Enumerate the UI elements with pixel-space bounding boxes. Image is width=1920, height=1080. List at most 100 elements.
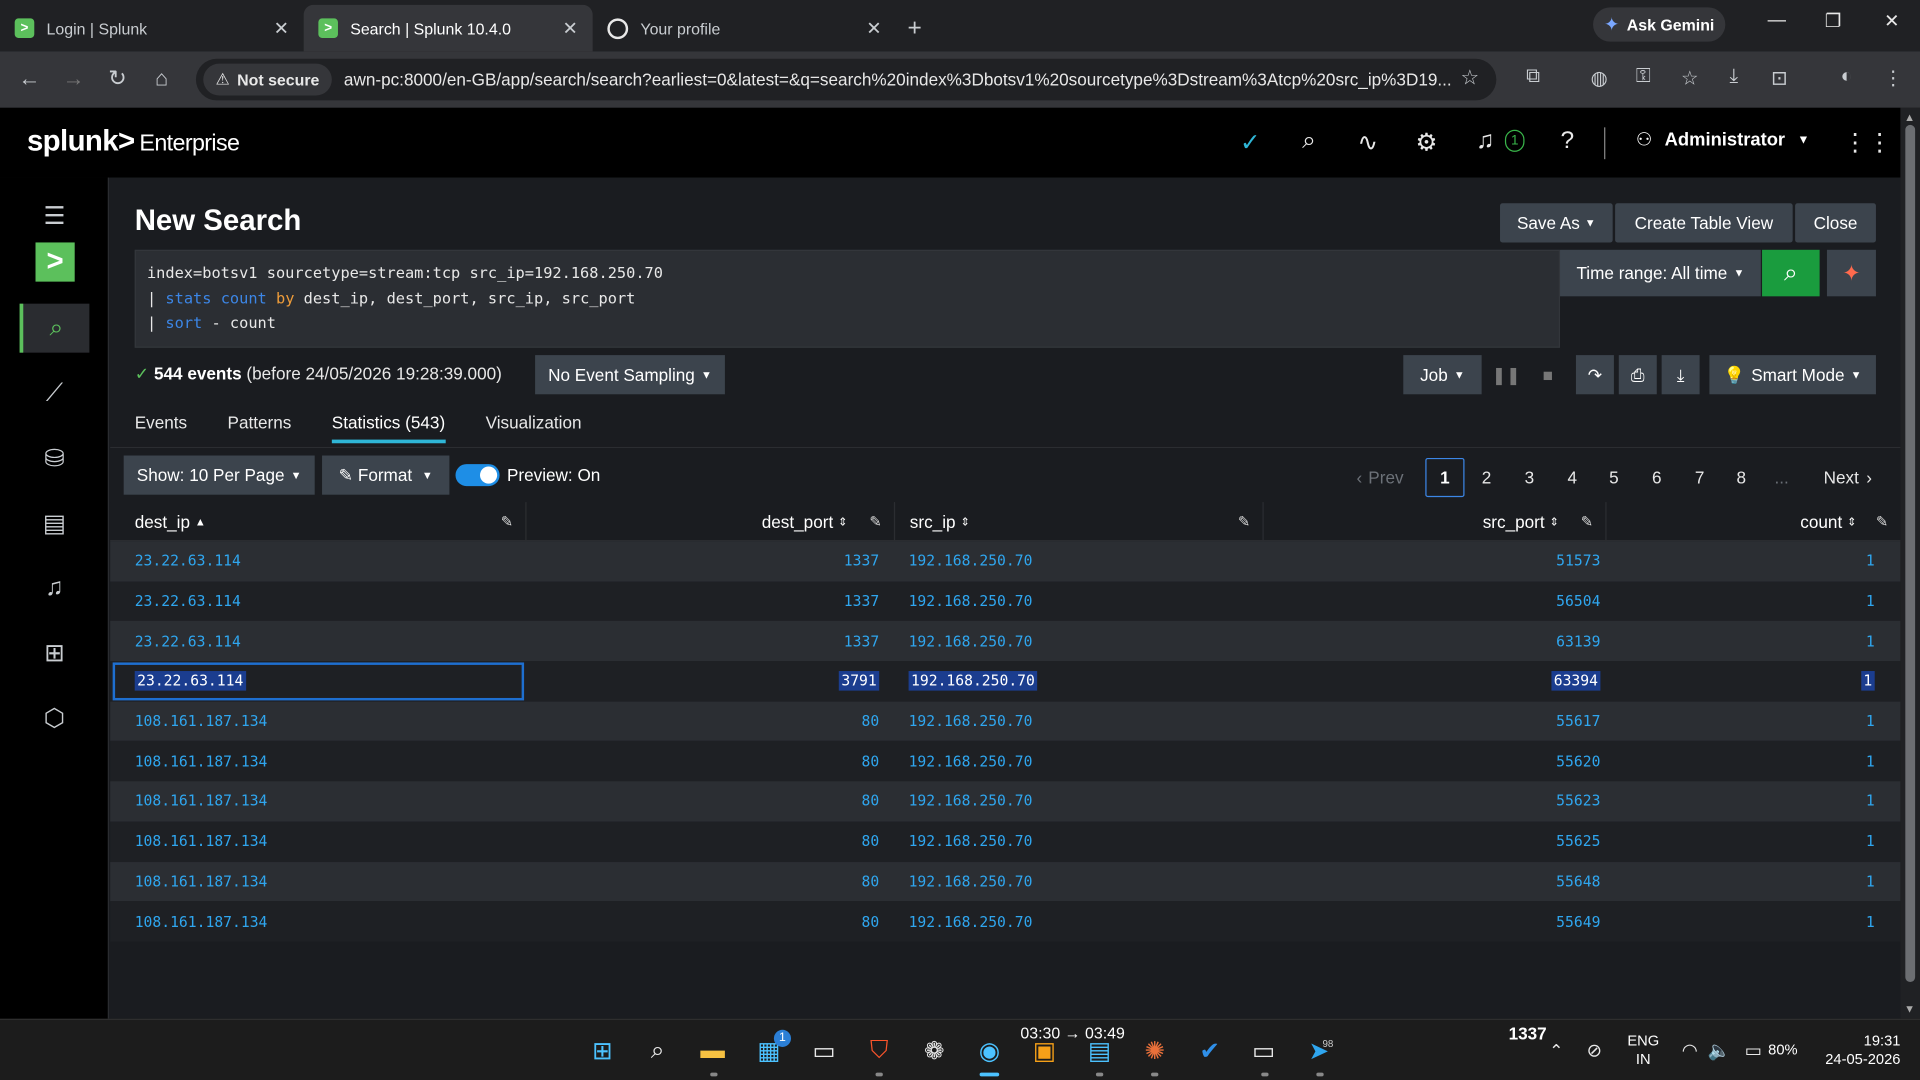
search-icon[interactable]: ⌕: [1293, 127, 1325, 155]
event-sampling-dropdown[interactable]: No Event Sampling ▼: [535, 355, 725, 395]
profile-avatar-icon[interactable]: ◐: [1832, 66, 1861, 88]
sidebar-packages-icon[interactable]: ⬡: [20, 693, 90, 742]
browser-tab-search[interactable]: > Search | Splunk 10.4.0 ✕: [303, 4, 593, 52]
cell-dest-ip[interactable]: 108.161.187.134: [135, 821, 502, 861]
pager-page-8[interactable]: 8: [1724, 458, 1758, 497]
not-secure-badge[interactable]: ⚠ Not secure: [203, 63, 332, 96]
cell-src-ip[interactable]: 192.168.250.70: [909, 581, 1264, 621]
pager-page-4[interactable]: 4: [1555, 458, 1589, 497]
pager-prev[interactable]: ‹ Prev: [1349, 458, 1410, 497]
search-query-editor[interactable]: index=botsv1 sourcetype=stream:tcp src_i…: [134, 249, 1561, 348]
column-header-src-ip[interactable]: src_ip ⇕ ✎: [895, 502, 1264, 542]
file-explorer-icon[interactable]: ▬: [696, 1035, 730, 1067]
cell-dest-ip[interactable]: 23.22.63.114: [135, 581, 502, 621]
url-text[interactable]: awn-pc:8000/en-GB/app/search/search?earl…: [344, 70, 1471, 90]
cell-dest-ip[interactable]: 108.161.187.134: [135, 861, 502, 901]
browser-tab-login[interactable]: > Login | Splunk ✕: [0, 5, 304, 52]
claude-icon[interactable]: ✺: [1138, 1035, 1172, 1067]
search-mode-dropdown[interactable]: 💡 Smart Mode ▼: [1709, 355, 1876, 395]
table-row[interactable]: 23.22.63.114 3791 192.168.250.70 63394 1: [110, 661, 1901, 702]
cell-dest-ip[interactable]: 23.22.63.114: [134, 661, 502, 701]
cell-src-port[interactable]: 55623: [1264, 781, 1600, 821]
activity-icon[interactable]: ∿: [1352, 127, 1384, 158]
cell-src-ip[interactable]: 192.168.250.70: [909, 861, 1264, 901]
cell-dest-ip[interactable]: 23.22.63.114: [135, 621, 502, 661]
screenshot-icon[interactable]: ⊡: [1765, 66, 1794, 90]
edit-column-pencil-icon[interactable]: ✎: [1238, 513, 1250, 530]
per-page-dropdown[interactable]: Show: 10 Per Page ▼: [123, 455, 315, 495]
edit-column-pencil-icon[interactable]: ✎: [501, 513, 513, 530]
pager-page-2[interactable]: 2: [1469, 458, 1503, 497]
volume-icon[interactable]: 🔈: [1702, 1035, 1736, 1067]
create-table-view-button[interactable]: Create Table View: [1615, 203, 1793, 243]
cell-dest-port[interactable]: 80: [527, 821, 879, 861]
restore-window-icon[interactable]: ❐: [1815, 10, 1852, 32]
cell-count[interactable]: 1: [1607, 741, 1875, 781]
edit-column-pencil-icon[interactable]: ✎: [869, 513, 881, 530]
column-header-dest-port[interactable]: dest_port ⇕ ✎: [527, 502, 896, 542]
cell-src-ip[interactable]: 192.168.250.70: [909, 781, 1264, 821]
help-icon[interactable]: ?: [1551, 127, 1583, 155]
pager-page-5[interactable]: 5: [1597, 458, 1631, 497]
cell-src-port[interactable]: 63139: [1264, 621, 1600, 661]
tab-events[interactable]: Events: [135, 413, 187, 444]
export-icon[interactable]: ⤓: [1661, 355, 1700, 395]
cell-dest-port[interactable]: 80: [527, 861, 879, 901]
user-menu[interactable]: ⚇ Administrator ▼: [1636, 129, 1810, 150]
format-dropdown[interactable]: ✎ Format ▼: [322, 455, 450, 495]
table-row[interactable]: 108.161.187.134 80 192.168.250.70 55620 1: [110, 741, 1901, 782]
scrollbar-thumb[interactable]: [1905, 124, 1916, 983]
battery-icon[interactable]: ▭: [1736, 1035, 1770, 1067]
clock[interactable]: 19:31 24-05-2026: [1815, 1032, 1900, 1069]
cell-dest-port[interactable]: 1337: [527, 621, 879, 661]
minimize-window-icon[interactable]: —: [1758, 10, 1795, 31]
pager-page-7[interactable]: 7: [1682, 458, 1716, 497]
cell-count[interactable]: 1: [1607, 901, 1875, 941]
cell-dest-port[interactable]: 80: [527, 901, 879, 941]
tray-chevron-up-icon[interactable]: ⌃: [1539, 1035, 1573, 1067]
column-header-dest-ip[interactable]: dest_ip ▲ ✎: [110, 502, 527, 542]
cell-count[interactable]: 1: [1607, 701, 1875, 741]
taskbar-search-icon[interactable]: ⌕: [640, 1035, 674, 1067]
browser-menu-icon[interactable]: ⋮: [1878, 66, 1907, 90]
cell-src-port[interactable]: 55620: [1264, 741, 1600, 781]
cell-count[interactable]: 1: [1607, 661, 1875, 701]
table-row[interactable]: 108.161.187.134 80 192.168.250.70 55617 1: [110, 701, 1901, 742]
column-header-count[interactable]: count ⇕ ✎: [1607, 502, 1901, 541]
scroll-down-icon[interactable]: ▼: [1904, 1003, 1915, 1015]
tab-statistics[interactable]: Statistics (543): [331, 413, 446, 444]
windows-start-icon[interactable]: ⊞: [585, 1035, 619, 1067]
cell-dest-port[interactable]: 3791: [527, 661, 880, 701]
reload-icon[interactable]: ↻: [103, 66, 132, 92]
sidebar-reports-icon[interactable]: ▤: [20, 498, 90, 547]
notifications-bell-icon[interactable]: ♫: [1469, 127, 1501, 155]
pager-page-1[interactable]: 1: [1425, 457, 1465, 498]
downloads-icon[interactable]: ⤓: [1719, 66, 1748, 88]
sidebar-dashboards-icon[interactable]: ⟋: [20, 369, 90, 418]
print-icon[interactable]: ⎙: [1618, 355, 1657, 395]
column-header-src-port[interactable]: src_port ⇕ ✎: [1264, 502, 1607, 542]
back-icon[interactable]: ←: [15, 66, 44, 92]
edit-column-pencil-icon[interactable]: ✎: [1581, 513, 1593, 530]
cell-count[interactable]: 1: [1607, 621, 1875, 661]
language-indicator[interactable]: ENG IN: [1624, 1032, 1663, 1069]
save-as-button[interactable]: Save As ▼: [1500, 203, 1613, 243]
pager-next[interactable]: Next ›: [1817, 458, 1878, 497]
sidebar-alerts-icon[interactable]: ♫: [20, 563, 90, 612]
preview-toggle[interactable]: [455, 464, 500, 487]
cell-src-port[interactable]: 55648: [1264, 861, 1600, 901]
bookmarks-icon[interactable]: ☆: [1675, 66, 1704, 90]
cell-src-ip[interactable]: 192.168.250.70: [909, 621, 1264, 661]
bookmark-star-icon[interactable]: ☆: [1461, 66, 1480, 90]
cell-count[interactable]: 1: [1607, 861, 1875, 901]
close-button[interactable]: Close: [1795, 203, 1876, 243]
cell-src-ip[interactable]: 192.168.250.70: [909, 701, 1264, 741]
cell-dest-port[interactable]: 80: [527, 781, 879, 821]
cell-src-ip[interactable]: 192.168.250.70: [909, 741, 1264, 781]
table-row[interactable]: 23.22.63.114 1337 192.168.250.70 63139 1: [110, 621, 1901, 662]
cell-src-ip[interactable]: 192.168.250.70: [909, 821, 1264, 861]
edit-column-pencil-icon[interactable]: ✎: [1876, 513, 1888, 530]
chatgpt-icon[interactable]: ❁: [917, 1035, 951, 1067]
apps-grid-icon[interactable]: ⋮⋮: [1843, 127, 1892, 158]
ask-gemini-button[interactable]: ✦ Ask Gemini: [1593, 7, 1726, 42]
